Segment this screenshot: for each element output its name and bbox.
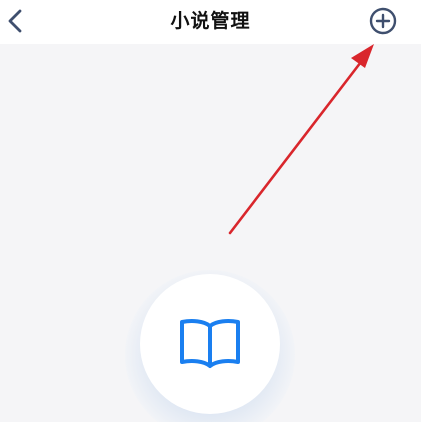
annotation-arrowhead	[351, 44, 374, 68]
annotation-arrow-line	[228, 56, 366, 235]
empty-state-circle	[140, 274, 280, 414]
book-open-icon	[180, 319, 240, 368]
add-button[interactable]	[367, 5, 399, 37]
navigation-bar: 小说管理	[0, 0, 421, 44]
novel-management-page: 小说管理	[0, 0, 421, 422]
plus-circle-icon	[369, 7, 397, 35]
page-title: 小说管理	[170, 10, 251, 32]
